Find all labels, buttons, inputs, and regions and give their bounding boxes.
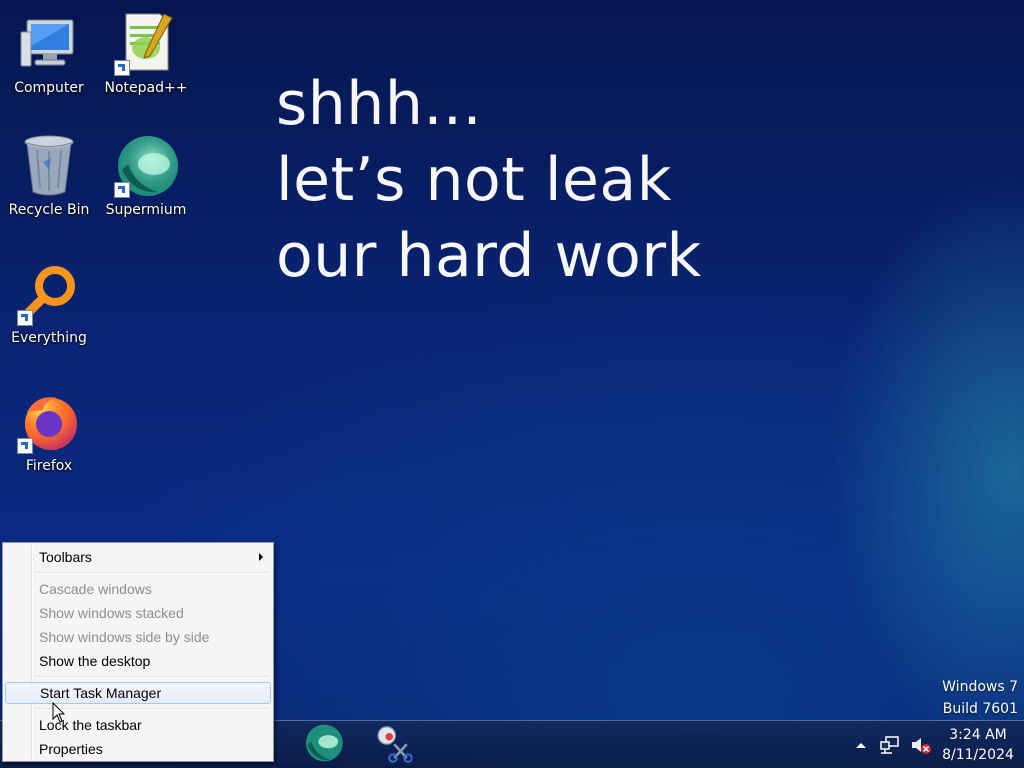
show-hidden-icons-chevron-icon[interactable] xyxy=(849,733,873,757)
desktop-icon-recycle-bin[interactable]: Recycle Bin xyxy=(1,134,97,218)
desktop-icon-firefox[interactable]: Firefox xyxy=(1,390,97,474)
taskbar-context-menu: Toolbars Cascade windows Show windows st… xyxy=(2,542,274,762)
menu-item-label: Cascade windows xyxy=(39,581,152,597)
clock[interactable]: 3:24 AM 8/11/2024 xyxy=(936,725,1020,765)
menu-item-toolbars[interactable]: Toolbars xyxy=(5,546,271,568)
windows-build-watermark: Windows 7 Build 7601 xyxy=(942,676,1018,720)
desktop-icon-label: Computer xyxy=(14,80,84,96)
menu-separator xyxy=(35,708,269,710)
taskbar-button-supermium[interactable] xyxy=(294,723,352,767)
menu-item-show-the-desktop[interactable]: Show the desktop xyxy=(5,650,271,672)
network-icon[interactable] xyxy=(879,733,903,757)
menu-item-lock-the-taskbar[interactable]: ✔ Lock the taskbar xyxy=(5,714,271,736)
supermium-icon xyxy=(114,134,178,198)
menu-item-label: Properties xyxy=(39,741,103,757)
menu-separator xyxy=(35,676,269,678)
watermark-version: Windows 7 xyxy=(942,679,1018,695)
desktop-icon-label: Firefox xyxy=(25,458,73,474)
desktop-icon-label: Recycle Bin xyxy=(8,202,90,218)
menu-item-label: Show the desktop xyxy=(39,653,151,669)
menu-item-cascade-windows: Cascade windows xyxy=(5,578,271,600)
volume-muted-icon[interactable] xyxy=(909,733,933,757)
submenu-arrow-icon xyxy=(259,553,263,561)
menu-item-show-windows-stacked: Show windows stacked xyxy=(5,602,271,624)
menu-item-label: Show windows side by side xyxy=(39,629,210,645)
wallpaper-text-line-1: shhh... xyxy=(276,69,483,139)
computer-icon xyxy=(17,12,81,76)
wallpaper-text: shhh... let’s not leak our hard work xyxy=(276,66,702,294)
shortcut-arrow-icon xyxy=(114,182,130,198)
notification-area: 3:24 AM 8/11/2024 xyxy=(846,721,1024,768)
desktop-icon-label: Notepad++ xyxy=(104,80,188,96)
desktop-icon-label: Everything xyxy=(11,330,87,346)
notepadpp-icon xyxy=(114,12,178,76)
desktop-icon-computer[interactable]: Computer xyxy=(1,12,97,96)
watermark-build: Build 7601 xyxy=(942,701,1018,717)
menu-item-start-task-manager[interactable]: Start Task Manager xyxy=(5,682,271,704)
menu-item-show-windows-side-by-side: Show windows side by side xyxy=(5,626,271,648)
menu-item-properties[interactable]: Properties xyxy=(5,738,271,760)
mouse-cursor-icon xyxy=(52,701,66,724)
everything-search-icon xyxy=(17,262,81,326)
desktop-icon-label: Supermium xyxy=(105,202,187,218)
shortcut-arrow-icon xyxy=(114,60,130,76)
firefox-icon xyxy=(17,390,81,454)
taskbar-button-snipping-tool[interactable] xyxy=(364,723,422,767)
shortcut-arrow-icon xyxy=(17,310,33,326)
desktop[interactable]: Computer Notepad++ Recycle Bin Supermium… xyxy=(0,0,1024,768)
menu-item-label: Show windows stacked xyxy=(39,605,184,621)
desktop-icon-supermium[interactable]: Supermium xyxy=(98,134,194,218)
wallpaper-text-line-2: let’s not leak xyxy=(276,145,672,215)
recycle-bin-icon xyxy=(17,134,81,198)
shortcut-arrow-icon xyxy=(17,438,33,454)
menu-item-label: Start Task Manager xyxy=(40,685,162,701)
desktop-icon-notepadpp[interactable]: Notepad++ xyxy=(98,12,194,96)
snipping-tool-icon xyxy=(373,723,413,767)
menu-item-label: Toolbars xyxy=(39,549,92,565)
wallpaper-text-line-3: our hard work xyxy=(276,221,702,291)
clock-date: 8/11/2024 xyxy=(942,746,1014,763)
clock-time: 3:24 AM xyxy=(949,726,1007,743)
menu-separator xyxy=(35,572,269,574)
supermium-icon xyxy=(302,722,344,768)
desktop-icon-everything[interactable]: Everything xyxy=(1,262,97,346)
